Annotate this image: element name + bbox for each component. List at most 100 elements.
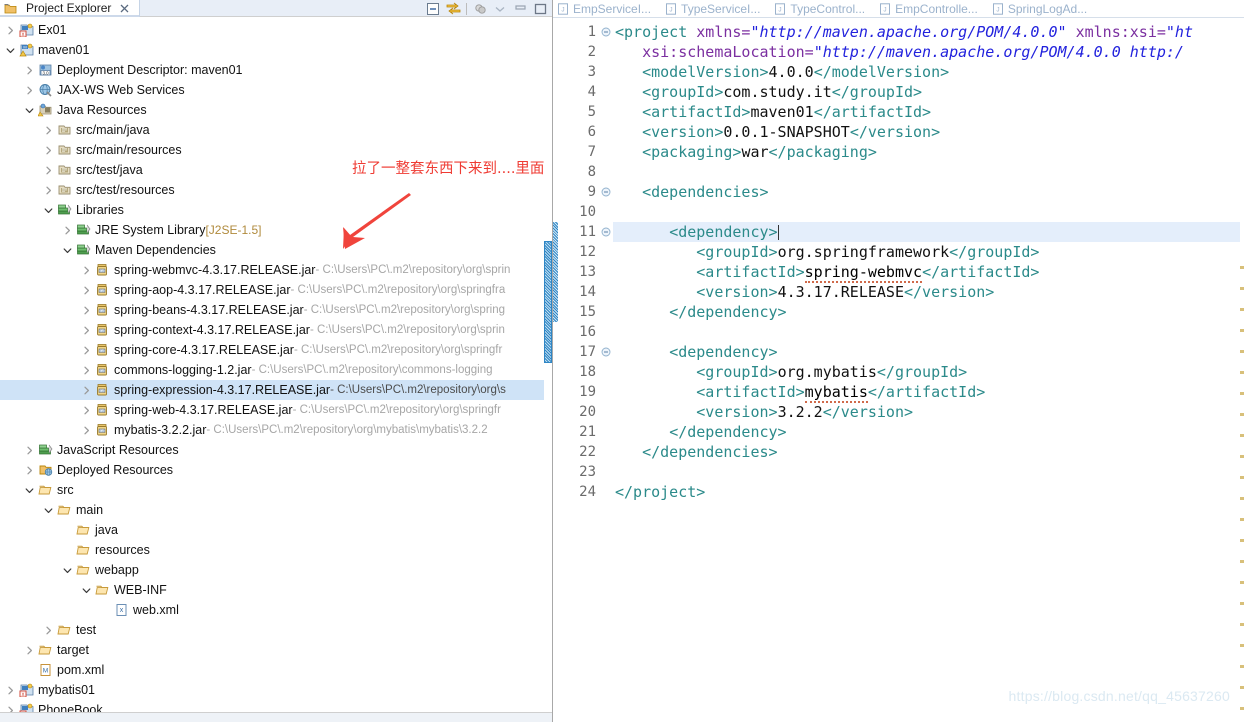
twisty-collapsed-icon[interactable] [40, 120, 56, 140]
editor-tab[interactable]: J SpringLogAd... [988, 0, 1097, 18]
code-line[interactable]: <artifactId>maven01</artifactId> [613, 102, 1244, 122]
code-line[interactable]: <dependency> [613, 222, 1244, 242]
twisty-collapsed-icon[interactable] [21, 460, 37, 480]
code-line[interactable]: <version>0.0.1-SNAPSHOT</version> [613, 122, 1244, 142]
code-line[interactable]: <dependencies> [613, 182, 1244, 202]
link-with-editor-icon[interactable] [443, 1, 463, 17]
tree-item[interactable]: x Ex01 [0, 20, 552, 40]
tree-item[interactable]: Java Resources [0, 100, 552, 120]
tree-item[interactable]: JRE System Library [J2SE-1.5] [0, 220, 552, 240]
code-line[interactable]: </project> [613, 482, 1244, 502]
tree-item[interactable]: 010 spring-web-4.3.17.RELEASE.jar - C:\Us… [0, 400, 552, 420]
tree-item[interactable]: Mmaven01 [0, 40, 552, 60]
folding-margin[interactable] [599, 18, 613, 722]
twisty-collapsed-icon[interactable] [21, 640, 37, 660]
twisty-collapsed-icon[interactable] [40, 160, 56, 180]
code-line[interactable]: </dependency> [613, 302, 1244, 322]
twisty-expanded-icon[interactable] [40, 200, 56, 220]
minimize-icon[interactable] [510, 1, 530, 17]
code-line[interactable]: <groupId>com.study.it</groupId> [613, 82, 1244, 102]
explorer-scrollbar[interactable] [544, 17, 552, 722]
code-line[interactable]: <groupId>org.springframework</groupId> [613, 242, 1244, 262]
code-line[interactable]: <groupId>org.mybatis</groupId> [613, 362, 1244, 382]
editor-tab[interactable]: J EmpServiceI... [553, 0, 661, 18]
tree-item[interactable]: test [0, 620, 552, 640]
tree-item[interactable]: 3.0 Deployment Descriptor: maven01 [0, 60, 552, 80]
code-line[interactable] [613, 162, 1244, 182]
tree-item[interactable]: src/test/resources [0, 180, 552, 200]
tree-item[interactable]: 010 spring-core-4.3.17.RELEASE.jar - C:\U… [0, 340, 552, 360]
collapse-all-icon[interactable] [423, 1, 443, 17]
tree-item[interactable]: 010 spring-beans-4.3.17.RELEASE.jar - C:\… [0, 300, 552, 320]
twisty-expanded-icon[interactable] [59, 560, 75, 580]
tree-item[interactable]: target [0, 640, 552, 660]
twisty-expanded-icon[interactable] [2, 40, 18, 60]
tree-item[interactable]: 010 spring-aop-4.3.17.RELEASE.jar - C:\Us… [0, 280, 552, 300]
twisty-collapsed-icon[interactable] [78, 300, 94, 320]
twisty-collapsed-icon[interactable] [78, 260, 94, 280]
twisty-collapsed-icon[interactable] [78, 340, 94, 360]
twisty-collapsed-icon[interactable] [21, 60, 37, 80]
fold-collapse-icon[interactable] [599, 222, 613, 242]
twisty-collapsed-icon[interactable] [21, 440, 37, 460]
code-line[interactable] [613, 202, 1244, 222]
explorer-scrollbar-thumb[interactable] [544, 241, 552, 363]
editor-tab[interactable]: J TypeServiceI... [661, 0, 770, 18]
code-line[interactable]: xsi:schemaLocation="http://maven.apache.… [613, 42, 1244, 62]
maximize-icon[interactable] [530, 1, 550, 17]
editor-tabbar[interactable]: J EmpServiceI... J TypeServiceI... J TypeCont… [553, 0, 1244, 18]
twisty-collapsed-icon[interactable] [21, 80, 37, 100]
tab-project-explorer[interactable]: Project Explorer [0, 0, 141, 17]
fold-collapse-icon[interactable] [599, 342, 613, 362]
tree-item[interactable]: Deployed Resources [0, 460, 552, 480]
twisty-collapsed-icon[interactable] [78, 320, 94, 340]
twisty-expanded-icon[interactable] [21, 480, 37, 500]
twisty-collapsed-icon[interactable] [2, 20, 18, 40]
tree-item[interactable]: webapp [0, 560, 552, 580]
code-line[interactable] [613, 322, 1244, 342]
tree-item[interactable]: x web.xml [0, 600, 552, 620]
tree-item[interactable]: Mpom.xml [0, 660, 552, 680]
tree-item[interactable]: 010 spring-webmvc-4.3.17.RELEASE.jar - C:… [0, 260, 552, 280]
twisty-collapsed-icon[interactable] [40, 140, 56, 160]
code-line[interactable]: <dependency> [613, 342, 1244, 362]
tree-item[interactable]: 010 mybatis-3.2.2.jar - C:\Users\PC\.m2\r… [0, 420, 552, 440]
tree-item[interactable]: Libraries [0, 200, 552, 220]
code-line[interactable] [613, 462, 1244, 482]
fold-collapse-icon[interactable] [599, 22, 613, 42]
tree-item[interactable]: src [0, 480, 552, 500]
tree-item[interactable]: 010 spring-context-4.3.17.RELEASE.jar - C… [0, 320, 552, 340]
tree-item[interactable]: main [0, 500, 552, 520]
tree-item[interactable]: java [0, 520, 552, 540]
tree-item[interactable]: resources [0, 540, 552, 560]
twisty-collapsed-icon[interactable] [78, 400, 94, 420]
code-line[interactable]: <modelVersion>4.0.0</modelVersion> [613, 62, 1244, 82]
chevron-down-icon[interactable] [490, 1, 510, 17]
twisty-collapsed-icon[interactable] [78, 380, 94, 400]
view-menu-icon[interactable] [470, 1, 490, 17]
tree-item[interactable]: Maven Dependencies [0, 240, 552, 260]
twisty-expanded-icon[interactable] [21, 100, 37, 120]
tree-item[interactable]: src/main/java [0, 120, 552, 140]
twisty-collapsed-icon[interactable] [78, 280, 94, 300]
project-tree[interactable]: x Ex01 Mmaven01 3.0 Deployment Descriptor: m… [0, 17, 552, 720]
twisty-expanded-icon[interactable] [40, 500, 56, 520]
code-line[interactable]: <version>4.3.17.RELEASE</version> [613, 282, 1244, 302]
twisty-collapsed-icon[interactable] [40, 180, 56, 200]
code-area[interactable]: <project xmlns="http://maven.apache.org/… [613, 18, 1244, 722]
tree-item[interactable]: 010 commons-logging-1.2.jar - C:\Users\PC… [0, 360, 552, 380]
editor-tab[interactable]: J EmpControlle... [875, 0, 988, 18]
editor-overview-ruler[interactable] [1240, 36, 1244, 722]
code-line[interactable]: </dependency> [613, 422, 1244, 442]
tree-item[interactable]: WEB-INF [0, 580, 552, 600]
twisty-collapsed-icon[interactable] [59, 220, 75, 240]
code-line[interactable]: <artifactId>mybatis</artifactId> [613, 382, 1244, 403]
twisty-collapsed-icon[interactable] [40, 620, 56, 640]
twisty-collapsed-icon[interactable] [2, 680, 18, 700]
code-line[interactable]: <packaging>war</packaging> [613, 142, 1244, 162]
code-line[interactable]: </dependencies> [613, 442, 1244, 462]
twisty-collapsed-icon[interactable] [78, 420, 94, 440]
editor-tab[interactable]: J TypeControl... [770, 0, 875, 18]
code-line[interactable]: <artifactId>spring-webmvc</artifactId> [613, 262, 1244, 283]
tree-item[interactable]: 010 spring-expression-4.3.17.RELEASE.jar … [0, 380, 552, 400]
